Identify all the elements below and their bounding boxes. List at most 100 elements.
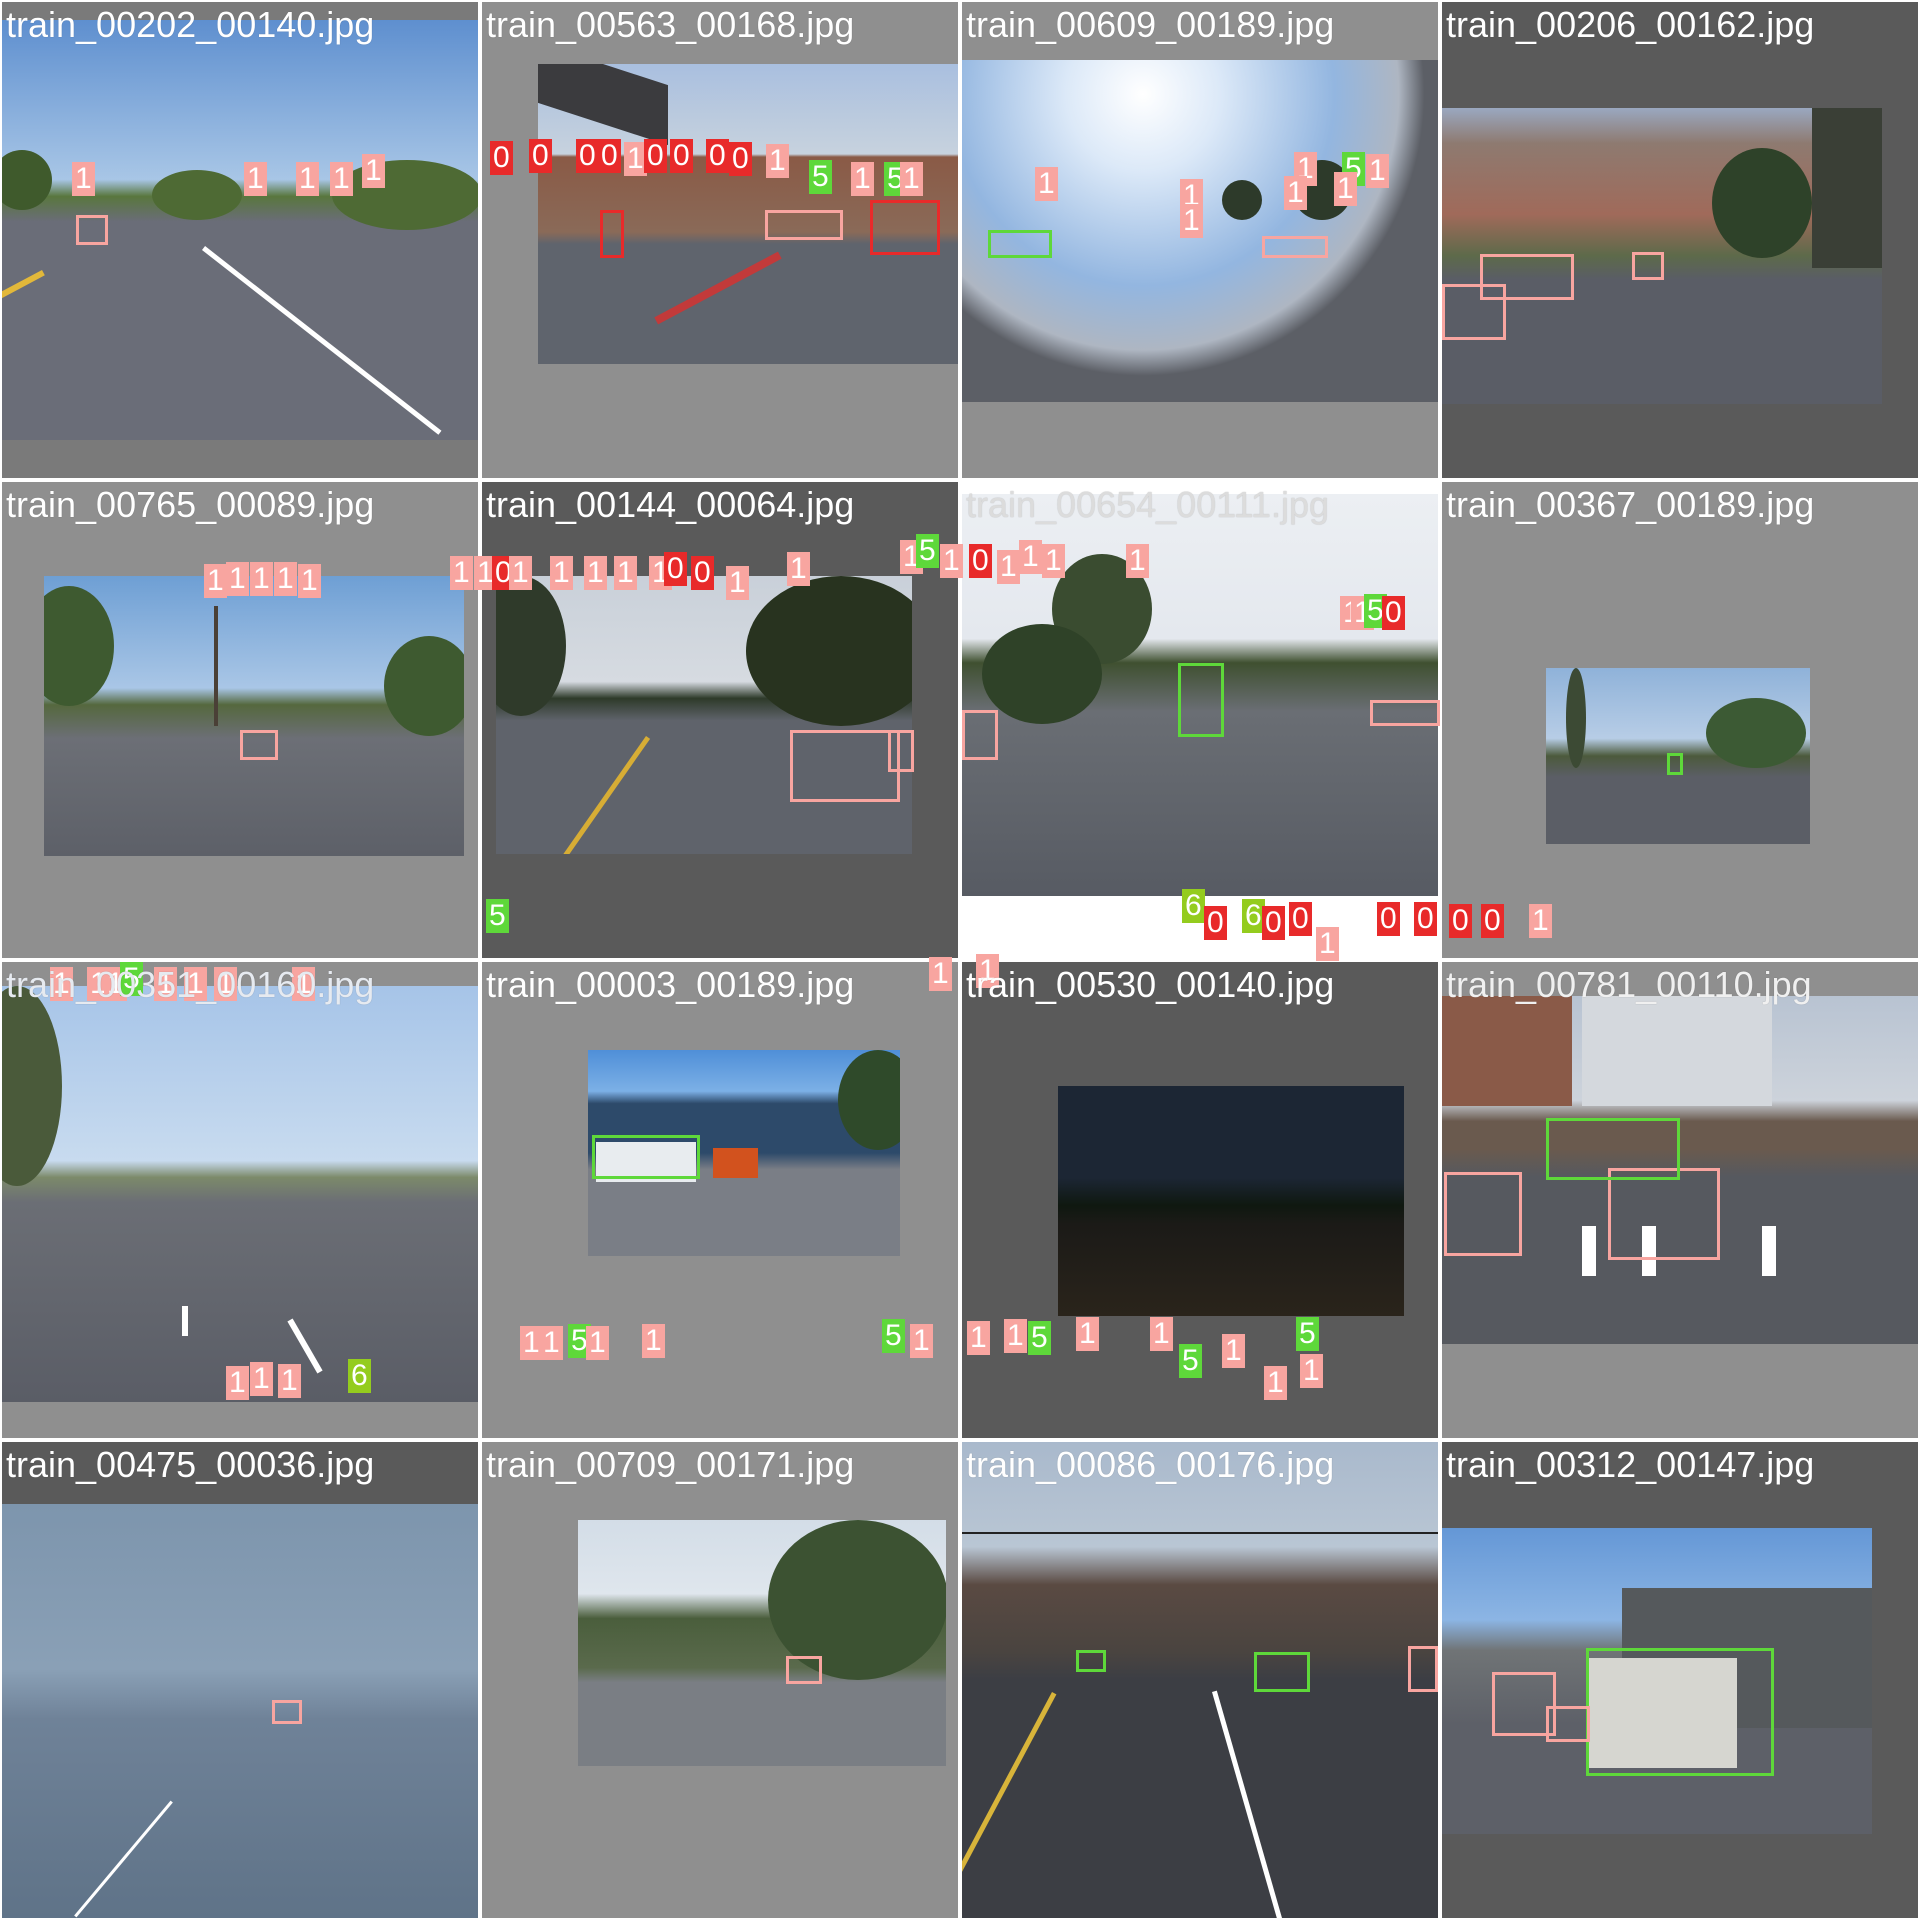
bbox xyxy=(592,1135,700,1179)
photo xyxy=(2,20,478,440)
class-label: 1 xyxy=(1222,1334,1245,1368)
bbox xyxy=(76,215,108,245)
class-label: 6 xyxy=(1182,889,1205,923)
class-label: 1 xyxy=(1004,1319,1027,1353)
class-label: 5 xyxy=(1179,1344,1202,1378)
class-label: 1 xyxy=(278,1364,301,1398)
class-label: 1 xyxy=(997,550,1020,584)
class-label: 1 xyxy=(1334,172,1357,206)
bbox xyxy=(1408,1646,1438,1692)
filename-label: train_00312_00147.jpg xyxy=(1446,1444,1815,1485)
bbox xyxy=(600,210,624,258)
tile-14: train_00709_00171.jpg xyxy=(482,1442,958,1918)
class-label: 1 xyxy=(72,162,95,196)
bbox xyxy=(1480,254,1574,300)
class-label: 1 xyxy=(1264,1366,1287,1400)
class-label: 0 xyxy=(691,556,714,590)
bbox xyxy=(240,730,278,760)
tile-1: train_00202_00140.jpg xyxy=(2,2,478,478)
class-label: 5 xyxy=(1028,1321,1051,1355)
class-label: 0 xyxy=(1377,902,1400,936)
class-label: 0 xyxy=(1204,906,1227,940)
filename-label: train_00765_00089.jpg xyxy=(6,484,375,525)
class-label: 1 xyxy=(250,1362,273,1396)
class-label: 5 xyxy=(486,899,509,933)
class-label: 1 xyxy=(1300,1354,1323,1388)
bbox xyxy=(1632,252,1664,280)
class-label: 0 xyxy=(969,544,992,578)
class-label: 1 xyxy=(550,556,573,590)
class-label: 0 xyxy=(576,139,599,173)
class-label: 1 xyxy=(910,1324,933,1358)
class-label: 1 xyxy=(274,562,297,596)
class-label: 1 xyxy=(614,556,637,590)
class-label: 0 xyxy=(1481,904,1504,938)
bbox xyxy=(870,200,940,255)
filename-label: train_00709_00171.jpg xyxy=(486,1444,855,1485)
photo xyxy=(496,576,912,854)
filename-label: train_00367_00189.jpg xyxy=(1446,484,1815,525)
bbox xyxy=(1254,1652,1310,1692)
filename-label: train_00781_00110.jpg xyxy=(1446,964,1812,1005)
class-label: 1 xyxy=(929,957,952,991)
photo xyxy=(44,576,464,856)
class-label: 0 xyxy=(664,552,687,586)
bbox xyxy=(1546,1706,1590,1742)
class-label: 0 xyxy=(1262,906,1285,940)
class-label: 1 xyxy=(330,162,353,196)
class-label: 1 xyxy=(204,564,227,598)
bbox xyxy=(790,730,900,802)
bbox xyxy=(1262,236,1328,258)
class-label: 5 xyxy=(882,1319,905,1353)
bbox xyxy=(1546,1118,1680,1180)
filename-label: train_00530_00140.jpg xyxy=(966,964,1335,1005)
class-label: 0 xyxy=(1382,596,1405,630)
tile-5: train_00765_00089.jpg xyxy=(2,482,478,958)
class-label: 1 xyxy=(1180,204,1203,238)
filename-label: train_00609_00189.jpg xyxy=(966,4,1335,45)
class-label: 1 xyxy=(296,162,319,196)
class-label: 0 xyxy=(729,142,752,176)
filename-label: train_00144_00064.jpg xyxy=(486,484,855,525)
class-label: 1 xyxy=(362,154,385,188)
class-label: 1 xyxy=(940,544,963,578)
class-label: 1 xyxy=(1035,167,1058,201)
bbox xyxy=(1444,1172,1522,1256)
class-label: 1 xyxy=(787,552,810,586)
class-label: 1 xyxy=(509,556,532,590)
filename-label: train_00475_00036.jpg xyxy=(6,1444,375,1485)
bbox xyxy=(786,1656,822,1684)
filename-label: train_00351_00160.jpg xyxy=(6,964,375,1005)
class-label: 1 xyxy=(1076,1317,1099,1351)
class-label: 0 xyxy=(529,139,552,173)
class-label: 0 xyxy=(706,139,729,173)
class-label: 1 xyxy=(226,562,249,596)
class-label: 6 xyxy=(348,1359,371,1393)
bbox xyxy=(272,1700,302,1724)
class-label: 1 xyxy=(1150,1317,1173,1351)
bbox xyxy=(888,730,914,772)
tile-10: train_00003_00189.jpg xyxy=(482,962,958,1438)
class-label: 1 xyxy=(1126,544,1149,578)
photo xyxy=(578,1520,946,1766)
class-label: 0 xyxy=(1289,902,1312,936)
class-label: 1 xyxy=(450,556,473,590)
class-label: 1 xyxy=(642,1324,665,1358)
class-label: 0 xyxy=(644,139,667,173)
class-label: 1 xyxy=(967,1321,990,1355)
class-label: 1 xyxy=(766,144,789,178)
bbox xyxy=(1586,1648,1774,1776)
mosaic-grid: train_00202_00140.jpg train_00563_00168.… xyxy=(0,0,1920,1920)
bbox xyxy=(765,210,843,240)
tile-13: train_00475_00036.jpg xyxy=(2,1442,478,1918)
bbox xyxy=(1667,753,1683,775)
filename-label: train_00202_00140.jpg xyxy=(6,4,375,45)
bbox xyxy=(1076,1650,1106,1672)
class-label: 5 xyxy=(916,534,939,568)
class-label: 1 xyxy=(726,566,749,600)
class-label: 1 xyxy=(900,162,923,196)
filename-label: train_00086_00176.jpg xyxy=(966,1444,1335,1485)
class-label: 1 xyxy=(1366,154,1389,188)
bbox xyxy=(1178,663,1224,737)
filename-label: train_00563_00168.jpg xyxy=(486,4,855,45)
